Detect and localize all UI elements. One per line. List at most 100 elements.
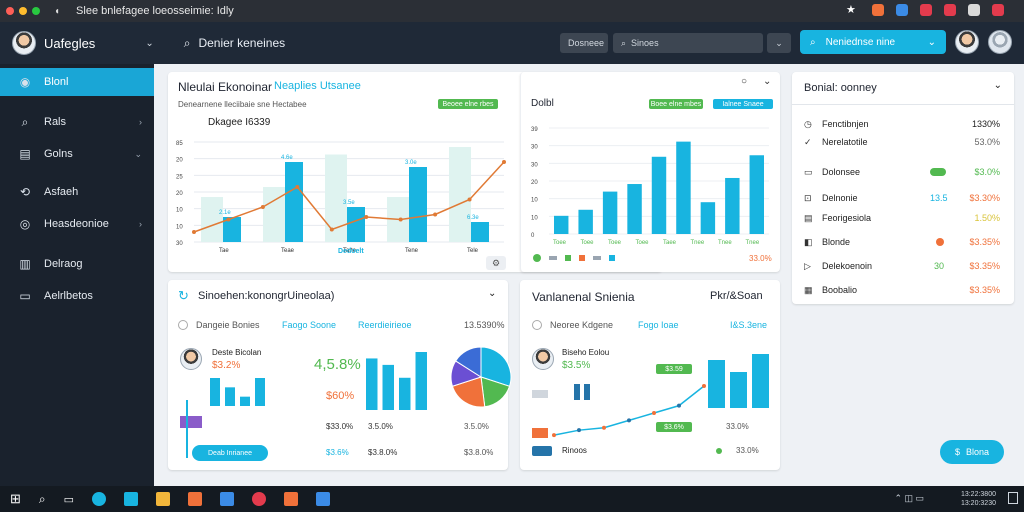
tray-icons[interactable]: ⌃ ◫ ▭ <box>894 493 924 504</box>
bar <box>627 184 642 234</box>
line-point <box>364 215 369 219</box>
avatar[interactable] <box>988 30 1012 54</box>
header-search-text[interactable]: Denier keneines <box>198 36 285 50</box>
filter-select-a[interactable]: Dosneee <box>560 33 608 53</box>
link-icon: ⟲ <box>19 185 31 199</box>
bar <box>285 162 303 242</box>
chevron-down-icon[interactable]: ⌄ <box>488 288 496 299</box>
summary-row[interactable]: ▤ Feorigesiola 1.50% <box>804 210 1000 226</box>
extension-icon[interactable] <box>968 4 980 16</box>
summary-row[interactable]: ⊡ Delnonie 13.5 $3.30% <box>804 190 1000 206</box>
legend-dot <box>549 256 557 260</box>
line-point <box>467 197 472 202</box>
app-icon[interactable] <box>188 492 203 506</box>
trend-point <box>552 433 556 438</box>
card-title: Dolbl <box>531 98 554 109</box>
windows-start-icon[interactable]: ⊞ <box>10 491 21 507</box>
bottom-value: $3.6% <box>326 448 349 457</box>
doc-icon: ▤ <box>804 212 813 223</box>
chevron-down-icon[interactable]: ⌄ <box>763 76 771 87</box>
avatar[interactable] <box>955 30 979 54</box>
search-icon[interactable]: ⌕ <box>39 492 46 507</box>
x-tick-label: Toee <box>608 240 622 246</box>
summary-row[interactable]: ▦ Boobalio $3.35% <box>804 282 1000 298</box>
app-icon[interactable] <box>284 492 299 506</box>
maximize-window-dot[interactable] <box>32 7 40 15</box>
summary-row[interactable]: ▭ Dolonsee $3.0% <box>804 164 1000 180</box>
summary-row[interactable]: ◷ Fenctibnjen 1330% <box>804 116 1000 132</box>
radio-icon[interactable] <box>532 320 542 330</box>
mini-bars <box>708 354 769 408</box>
sidebar-item-asfaeh[interactable]: ⟲ Asfaeh <box>0 178 154 206</box>
value-label: 33.0% <box>736 446 759 455</box>
app-icon[interactable] <box>316 492 331 506</box>
sidebar-item-aelrlbetos[interactable]: ▭ Aelrlbetos <box>0 282 154 310</box>
clock[interactable]: 13:22:3800 13:20:3230 <box>961 490 996 508</box>
row-value: 1.50% <box>974 213 1000 223</box>
record-icon[interactable]: ○ <box>741 76 747 87</box>
sidebar-item-delraog[interactable]: ▥ Delraog <box>0 250 154 278</box>
extension-icon[interactable] <box>944 4 956 16</box>
filter-b-label: Sinoes <box>631 38 659 48</box>
floating-action-button[interactable]: $ Blona <box>940 440 1004 464</box>
app-icon[interactable] <box>252 492 267 506</box>
action-button[interactable]: Deab Inrianee <box>192 445 268 461</box>
extension-icon[interactable] <box>992 4 1004 16</box>
app-icon[interactable] <box>220 492 235 506</box>
avatar[interactable] <box>12 31 36 55</box>
row-badge: 13.5 <box>930 193 948 203</box>
sidebar-item-blonl[interactable]: ◉ Blonl <box>0 68 154 96</box>
sidebar-item-golns[interactable]: ▤ Golns ⌄ <box>0 140 154 168</box>
sub-label: Reerdieirieoe <box>358 320 412 330</box>
radio-icon[interactable] <box>178 320 188 330</box>
sidebar-item-heasdeonioe[interactable]: ◎ Heasdeonioe › <box>0 210 154 238</box>
line-point <box>398 217 403 222</box>
star-icon[interactable]: ★ <box>846 3 856 16</box>
trend-point <box>652 411 656 415</box>
settings-button[interactable]: ⚙ <box>486 256 506 270</box>
bar <box>399 377 411 410</box>
sidebar: ◉ Blonl ⌕ Rals › ▤ Golns ⌄ ⟲ Asfaeh ◎ He… <box>0 64 154 486</box>
sidebar-item-label: Rals <box>44 116 67 128</box>
extension-icon[interactable] <box>920 4 932 16</box>
tray-time: 13:22:3800 <box>960 491 996 498</box>
search-icon: ⌕ <box>621 37 627 48</box>
card-title: Sinoehen:konongrUineolaa) <box>198 290 335 302</box>
address-bar[interactable]: Slee bnlefagee loeosseimie: Idly <box>76 5 234 17</box>
chevron-down-icon[interactable]: ⌄ <box>994 80 1002 91</box>
y-tick-label: 10 <box>531 198 538 204</box>
notification-icon[interactable] <box>1008 492 1018 504</box>
extension-icon[interactable] <box>896 4 908 16</box>
close-window-dot[interactable] <box>6 7 14 15</box>
bar <box>471 222 489 242</box>
bottom-label: Rinoos <box>562 446 587 455</box>
task-view-icon[interactable]: ▭ <box>64 493 74 506</box>
store-icon[interactable] <box>124 492 139 506</box>
refresh-icon[interactable]: ↻ <box>178 288 189 304</box>
summary-row[interactable]: ◧ Blonde $3.35% <box>804 234 1000 250</box>
y-tick-label: 20 <box>531 180 538 186</box>
search-icon[interactable]: ⌕ <box>184 36 191 51</box>
chevron-down-icon: ⌄ <box>927 36 936 48</box>
bottom-value: $3.8.0% <box>368 448 398 457</box>
user-name[interactable]: Uafegles <box>44 36 95 51</box>
folder-icon[interactable] <box>156 492 171 506</box>
primary-action-button[interactable]: ⌕ Neniednse nine ⌄ <box>800 30 946 54</box>
bar-value-label: 3.5e <box>343 200 355 206</box>
sidebar-item-label: Blonl <box>44 76 69 88</box>
check-icon: ✓ <box>804 136 812 147</box>
browser-icon[interactable] <box>92 492 107 506</box>
y-tick-label: 20 <box>176 158 183 164</box>
line-point <box>295 185 300 189</box>
minimize-window-dot[interactable] <box>19 7 27 15</box>
legend-dot <box>593 256 601 260</box>
filter-dropdown-button[interactable]: ⌄ <box>767 33 791 53</box>
filter-search-input[interactable]: ⌕ Sinoes <box>613 33 763 53</box>
sidebar-item-rals[interactable]: ⌕ Rals › <box>0 108 154 136</box>
extension-icon[interactable] <box>872 4 884 16</box>
status-dot <box>936 238 944 246</box>
summary-row[interactable]: ▷ Delekoenoin 30 $3.35% <box>804 258 1000 274</box>
chevron-down-icon[interactable]: ⌄ <box>145 38 153 49</box>
summary-row[interactable]: ✓ Nerelatotile 53.0% <box>804 134 1000 150</box>
row-value: 1330% <box>971 119 1000 129</box>
